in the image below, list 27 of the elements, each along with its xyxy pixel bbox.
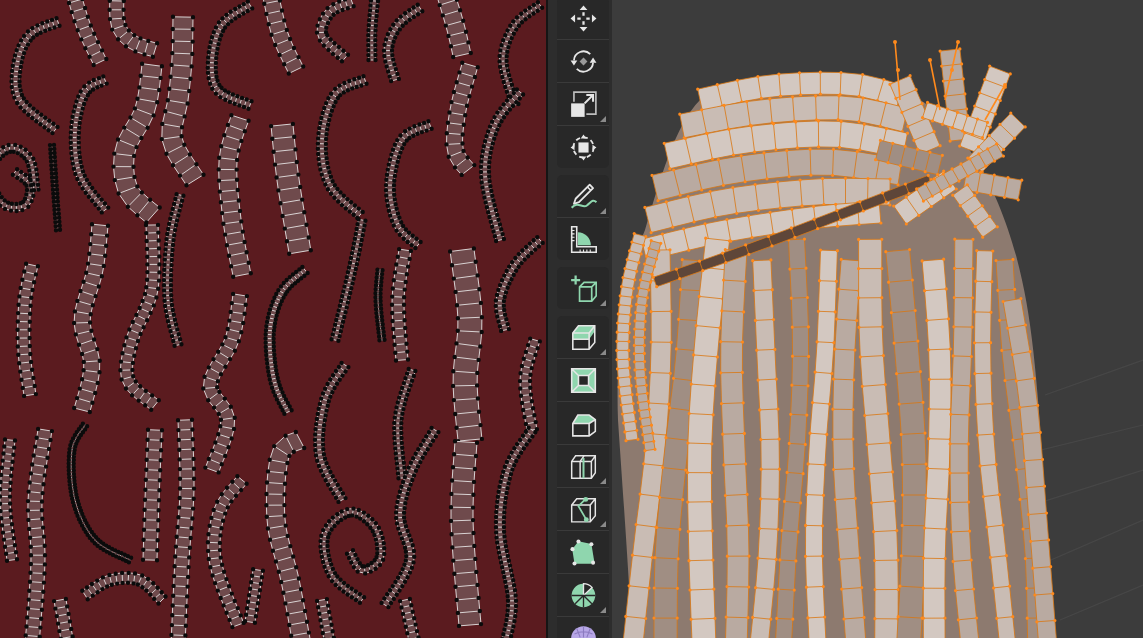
scale-tool-button[interactable] [557,82,609,125]
loop-cut-tool-button[interactable] [557,444,609,487]
measure-tool-button[interactable] [557,217,609,260]
transform-tool-button[interactable] [557,125,609,168]
annotate-tool-button[interactable] [557,175,609,217]
ruler-icon [569,225,597,253]
loop-cut-cube-icon [569,452,597,480]
pie-icon [569,581,597,609]
extrude-cube-icon [569,323,597,351]
inset-faces-tool-button[interactable] [557,358,609,401]
add-cube-tool-button[interactable] [557,267,609,309]
inset-square-icon [569,366,597,394]
poly-build-tool-button[interactable] [557,530,609,573]
rotate-tool-button[interactable] [557,39,609,82]
move-arrows-icon [569,4,597,32]
move-tool-button[interactable] [557,0,609,39]
polygon-icon [569,538,597,566]
scale-squares-icon [569,90,597,118]
spin-tool-button[interactable] [557,573,609,616]
extrude-region-tool-button[interactable] [557,316,609,358]
cube-plus-icon [569,274,597,302]
knife-tool-button[interactable] [557,487,609,530]
pencil-icon [569,182,597,210]
rotate-arrows-icon [569,47,597,75]
knife-cube-icon [569,495,597,523]
bevel-tool-button[interactable] [557,401,609,444]
transform-arrows-icon [569,133,597,161]
